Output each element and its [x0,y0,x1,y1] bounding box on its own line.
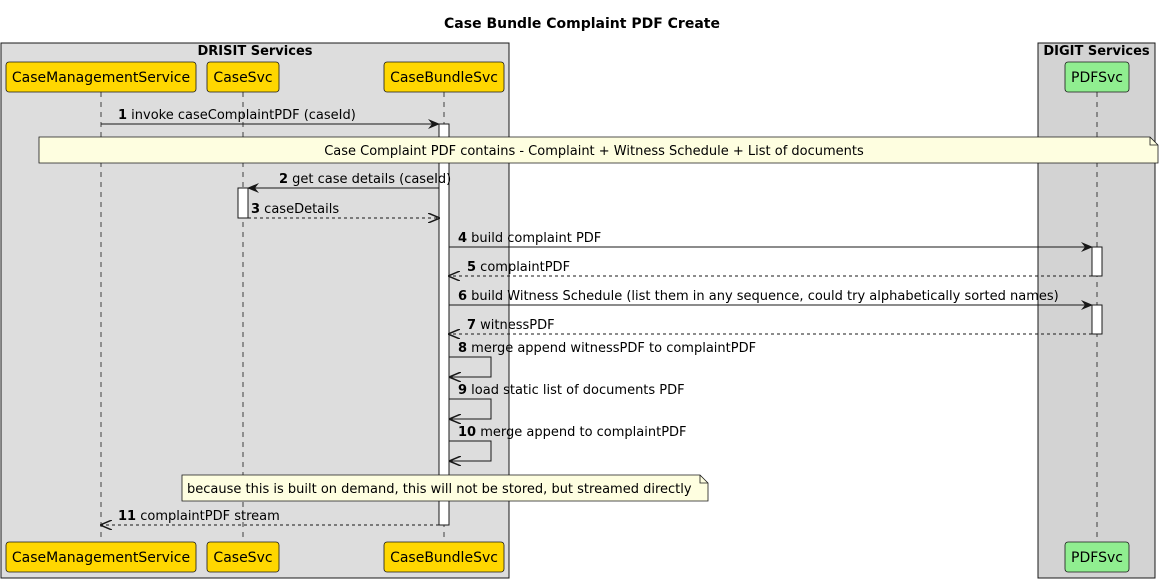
activation-bar-pdf [1091,304,1103,335]
activation-bar-pdf [1091,246,1103,277]
message-label: 2 get case details (caseId) [279,172,451,187]
message-number: 2 [279,172,288,187]
participant-foot-cms: CaseManagementService [5,541,197,573]
message-7: 7 witnessPDF [449,318,1092,334]
message-number: 3 [251,202,260,217]
message-number: 4 [458,231,467,246]
message-label: 8 merge append witnessPDF to complaintPD… [458,341,756,356]
message-number: 6 [458,289,467,304]
message-label: 3 caseDetails [251,202,339,217]
message-6: 6 build Witness Schedule (list them in a… [449,289,1093,310]
participant-label: CaseSvc [213,70,272,86]
participant-label: CaseManagementService [12,70,190,86]
message-4: 4 build complaint PDF [449,231,1093,252]
participant-label: CaseBundleSvc [390,550,498,566]
message-label: 6 build Witness Schedule (list them in a… [458,289,1059,304]
sequence-diagram: Case Bundle Complaint PDF Create DRISIT S… [0,16,1159,579]
participant-label: CaseSvc [213,550,272,566]
message-text: build complaint PDF [467,231,601,246]
message-2: 2 get case details (caseId) [247,172,451,193]
message-5: 5 complaintPDF [449,260,1092,276]
participant-foot-cs: CaseSvc [206,541,280,573]
participant-head-cbs: CaseBundleSvc [383,61,505,93]
message-label: 5 complaintPDF [467,260,570,275]
message-number: 1 [118,108,127,123]
message-label: 11 complaintPDF stream [118,509,280,524]
message-text: merge append to complaintPDF [476,425,686,440]
message-label: 1 invoke caseComplaintPDF (caseId) [118,108,356,123]
note-2: because this is built on demand, this wi… [181,474,709,502]
group-box-title: DIGIT Services [1043,44,1150,59]
message-text: caseDetails [260,202,339,217]
group-box-title: DRISIT Services [197,44,312,59]
message-text: witnessPDF [476,318,555,333]
participant-label: CaseBundleSvc [390,70,498,86]
participant-head-cs: CaseSvc [206,61,280,93]
participant-foot-cbs: CaseBundleSvc [383,541,505,573]
participant-label: CaseManagementService [12,550,190,566]
participant-label: PDFSvc [1071,550,1123,566]
message-label: 9 load static list of documents PDF [458,383,685,398]
message-text: complaintPDF [476,260,570,275]
participant-head-pdf: PDFSvc [1064,61,1130,93]
message-text: merge append witnessPDF to complaintPDF [467,341,756,356]
message-text: complaintPDF stream [136,509,280,524]
participant-foot-pdf: PDFSvc [1064,541,1130,573]
note-text: because this is built on demand, this wi… [187,482,692,497]
participant-label: PDFSvc [1071,70,1123,86]
message-label: 10 merge append to complaintPDF [458,425,687,440]
message-number: 7 [467,318,476,333]
message-text: load static list of documents PDF [467,383,685,398]
message-text: invoke caseComplaintPDF (caseId) [127,108,356,123]
note-1: Case Complaint PDF contains - Complaint … [38,136,1159,164]
message-text: get case details (caseId) [288,172,451,187]
participant-head-cms: CaseManagementService [5,61,197,93]
message-text: build Witness Schedule (list them in any… [467,289,1059,304]
message-label: 7 witnessPDF [467,318,555,333]
message-number: 10 [458,425,476,440]
note-text: Case Complaint PDF contains - Complaint … [324,144,864,159]
diagram-title: Case Bundle Complaint PDF Create [444,16,720,32]
message-label: 4 build complaint PDF [458,231,601,246]
message-number: 11 [118,509,136,524]
message-number: 5 [467,260,476,275]
activation-bar-cs [237,187,249,219]
message-number: 8 [458,341,467,356]
message-number: 9 [458,383,467,398]
